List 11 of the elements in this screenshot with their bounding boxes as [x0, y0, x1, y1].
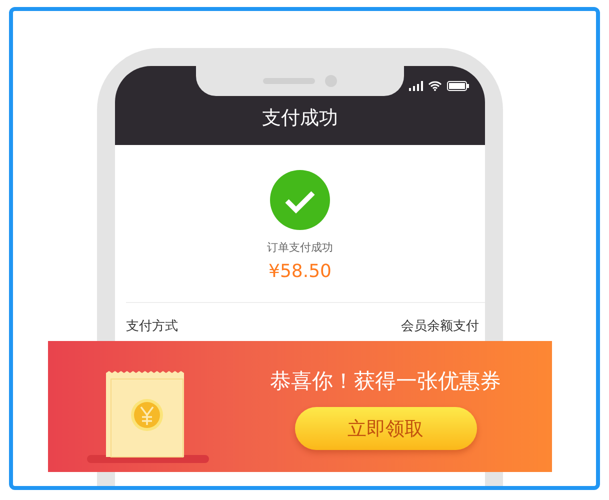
wifi-icon [428, 81, 442, 91]
status-text: 订单支付成功 [267, 240, 333, 255]
signal-icon [409, 81, 423, 91]
battery-icon [447, 81, 469, 91]
banner-title: 恭喜你！获得一张优惠券 [270, 368, 501, 395]
amount: ¥58.50 [268, 261, 332, 282]
row-label: 支付方式 [126, 318, 178, 335]
success-check-icon [270, 170, 330, 230]
row-value: 会员余额支付 [401, 318, 479, 335]
claim-button[interactable]: 立即领取 [294, 407, 476, 450]
nav-title: 支付成功 [262, 106, 338, 131]
